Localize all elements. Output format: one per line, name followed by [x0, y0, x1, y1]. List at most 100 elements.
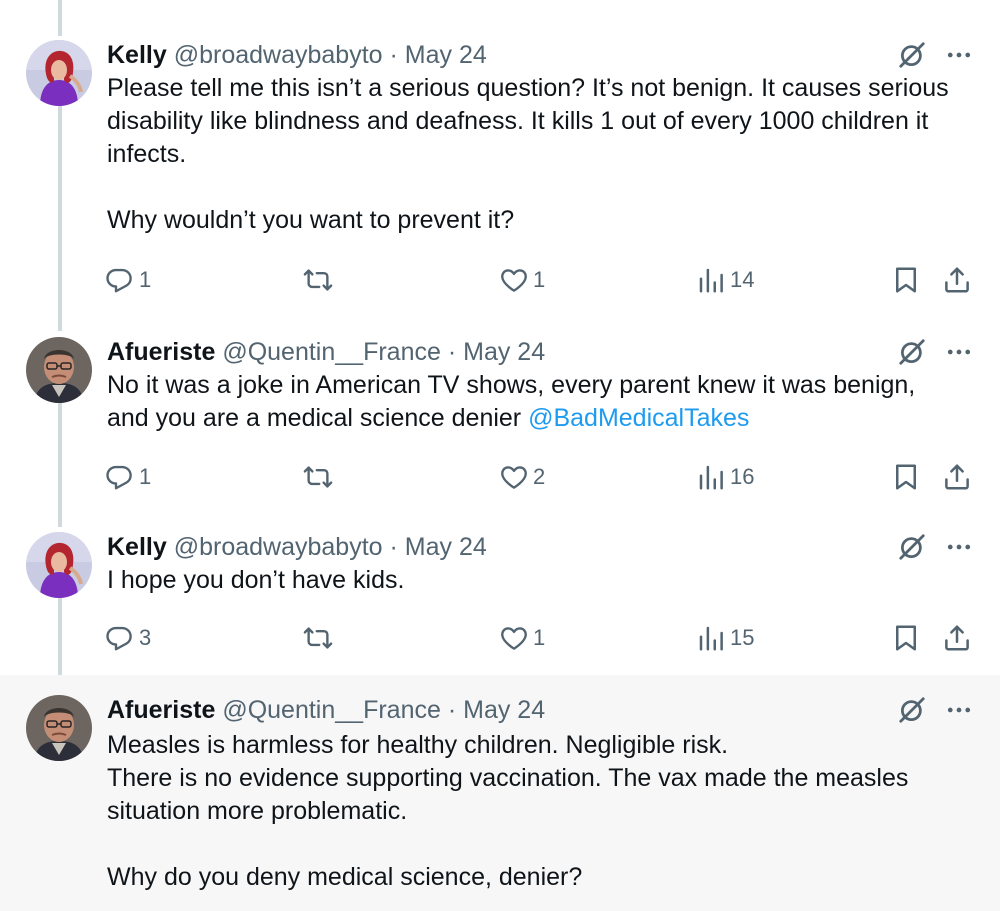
like-icon [499, 623, 529, 653]
afueriste-avatar[interactable] [26, 337, 92, 403]
share-button[interactable] [942, 621, 972, 655]
more-icon[interactable] [944, 695, 974, 725]
retweet-button[interactable] [303, 460, 337, 494]
kelly-avatar[interactable] [26, 40, 92, 106]
bookmark-button[interactable] [891, 460, 921, 494]
like-count: 1 [533, 267, 546, 292]
bookmark-button[interactable] [891, 621, 921, 655]
retweet-icon [303, 265, 333, 295]
tweet-header: Afueriste @Quentin__France · May 24 [107, 695, 545, 725]
grok-icon[interactable] [897, 695, 927, 725]
retweet-icon [303, 462, 333, 492]
tweet-text-line: There is no evidence supporting vaccinat… [107, 764, 909, 792]
separator: · [447, 338, 457, 366]
more-icon[interactable] [944, 40, 974, 70]
tweet-text-line: infects. [107, 140, 187, 168]
reply-count: 1 [139, 464, 152, 489]
view-count: 14 [730, 267, 755, 292]
share-icon [942, 265, 972, 295]
separator: · [389, 533, 398, 561]
user-handle[interactable]: @Quentin__France [222, 338, 441, 366]
tweet-text-line: disability like blindness and deafness. … [107, 107, 929, 135]
like-icon [499, 462, 529, 492]
views-button[interactable]: 14 [696, 263, 754, 297]
kelly-avatar[interactable] [26, 532, 92, 598]
bookmark-button[interactable] [891, 263, 921, 297]
tweet-header: Kelly @broadwaybabyto · May 24 [107, 532, 487, 562]
views-button[interactable]: 16 [696, 460, 754, 494]
tweet-text-line: and you are a medical science denier @Ba… [107, 402, 987, 435]
tweet-text-line: Measles is harmless for healthy children… [107, 731, 729, 759]
tweet-text: Measles is harmless for healthy children… [107, 729, 987, 894]
display-name[interactable]: Afueriste [107, 338, 215, 366]
user-handle[interactable]: @broadwaybabyto [174, 533, 383, 561]
bookmark-icon [891, 265, 921, 295]
reply-button[interactable]: 1 [105, 263, 151, 297]
more-icon[interactable] [944, 337, 974, 367]
retweet-button[interactable] [303, 263, 337, 297]
view-count: 15 [730, 625, 755, 650]
reply-icon [105, 462, 135, 492]
like-button[interactable]: 1 [499, 263, 545, 297]
user-handle[interactable]: @Quentin__France [222, 696, 441, 724]
tweet[interactable]: Afueriste @Quentin__France · May 24 No i… [0, 337, 1000, 527]
tweet[interactable]: Kelly @broadwaybabyto · May 24 Please te… [0, 40, 1000, 330]
share-button[interactable] [942, 460, 972, 494]
separator: · [447, 696, 457, 724]
grok-icon[interactable] [897, 40, 927, 70]
display-name[interactable]: Kelly [107, 533, 167, 561]
grok-icon[interactable] [897, 337, 927, 367]
display-name[interactable]: Kelly [107, 41, 167, 69]
reply-count: 3 [139, 625, 152, 650]
tweet-date[interactable]: May 24 [463, 696, 545, 724]
share-button[interactable] [942, 263, 972, 297]
action-bar: 1 2 16 [0, 460, 1000, 494]
reply-icon [105, 623, 135, 653]
views-icon [696, 265, 726, 295]
bookmark-icon [891, 462, 921, 492]
tweet-date[interactable]: May 24 [405, 533, 487, 561]
tweet-text-line: Please tell me this isn’t a serious ques… [107, 74, 949, 102]
user-handle[interactable]: @broadwaybabyto [174, 41, 383, 69]
tweet-text-line: I hope you don’t have kids. [107, 566, 405, 594]
views-button[interactable]: 15 [696, 621, 754, 655]
view-count: 16 [730, 464, 755, 489]
tweet-header: Afueriste @Quentin__France · May 24 [107, 337, 545, 367]
afueriste-avatar[interactable] [26, 695, 92, 761]
thread-line [58, 0, 62, 36]
tweet-text: Please tell me this isn’t a serious ques… [107, 72, 987, 237]
reply-count: 1 [139, 267, 152, 292]
tweet-text: No it was a joke in American TV shows, e… [107, 369, 987, 435]
views-icon [696, 623, 726, 653]
display-name[interactable]: Afueriste [107, 696, 215, 724]
tweet-text-line: Why wouldn’t you want to prevent it? [107, 206, 515, 234]
share-icon [942, 623, 972, 653]
grok-icon[interactable] [897, 532, 927, 562]
tweet-date[interactable]: May 24 [405, 41, 487, 69]
reply-button[interactable]: 3 [105, 621, 151, 655]
bookmark-icon [891, 623, 921, 653]
more-icon[interactable] [944, 532, 974, 562]
tweet-header: Kelly @broadwaybabyto · May 24 [107, 40, 487, 70]
tweet-highlighted[interactable]: Afueriste @Quentin__France · May 24 Meas… [0, 675, 1000, 911]
like-button[interactable]: 2 [499, 460, 545, 494]
reply-button[interactable]: 1 [105, 460, 151, 494]
views-icon [696, 462, 726, 492]
mention-link[interactable]: @BadMedicalTakes [528, 404, 749, 432]
tweet-text-line: situation more problematic. [107, 797, 408, 825]
action-bar: 1 1 14 [0, 263, 1000, 297]
share-icon [942, 462, 972, 492]
action-bar: 3 1 15 [0, 621, 1000, 655]
like-button[interactable]: 1 [499, 621, 545, 655]
tweet-date[interactable]: May 24 [463, 338, 545, 366]
tweet-text: I hope you don’t have kids. [107, 564, 987, 597]
tweet[interactable]: Kelly @broadwaybabyto · May 24 I hope yo… [0, 532, 1000, 672]
retweet-button[interactable] [303, 621, 337, 655]
separator: · [389, 41, 398, 69]
retweet-icon [303, 623, 333, 653]
tweet-text-span: and you are a medical science denier [107, 404, 529, 432]
like-count: 2 [533, 464, 546, 489]
like-icon [499, 265, 529, 295]
